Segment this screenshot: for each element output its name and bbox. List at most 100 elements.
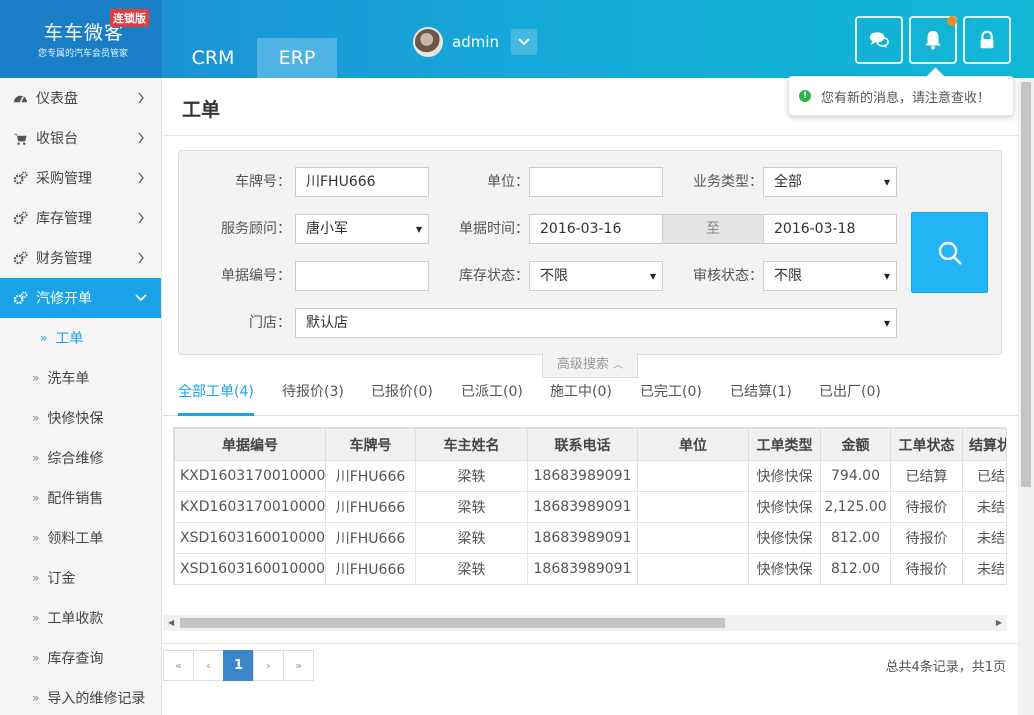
pagination: « ‹ 1 › » [163,650,314,681]
plate-cell: 川FHU666 [325,491,416,523]
column-header[interactable]: 工单类型 [748,428,821,461]
search-button[interactable] [911,212,988,293]
sidebar-subitem-general-repair[interactable]: » 综合维修 [0,438,161,478]
column-header[interactable]: 单据编号 [174,428,326,461]
sidebar-subitem-material-order[interactable]: » 领料工单 [0,518,161,558]
settle-status-cell: 未结算 [962,491,1006,523]
first-page-button[interactable]: « [163,650,194,681]
sidebar-subitem-label: 领料工单 [47,531,104,547]
sidebar-item-label: 库存管理 [36,211,92,227]
owner-cell: 梁轶 [415,553,528,584]
lock-button[interactable] [963,16,1011,64]
column-header[interactable]: 工单状态 [890,428,963,461]
lock-icon [980,30,994,49]
column-header[interactable]: 车主姓名 [415,428,528,461]
doc-no-cell[interactable]: XSD16031600100009 [174,522,326,554]
record-summary: 总共4条记录，共1页 [885,660,1006,675]
tab-all-orders[interactable]: 全部工单(4) [178,378,254,416]
table-row[interactable]: KXD16031700100003 川FHU666 梁轶 18683989091… [174,491,1006,523]
date-to-input[interactable]: 2016-03-18 [763,214,897,244]
sidebar-subitem-work-order[interactable]: » 工单 [0,318,161,358]
column-header[interactable]: 车牌号 [325,428,416,461]
sidebar-item-dashboard[interactable]: 仪表盘 [0,78,161,118]
scroll-right-icon[interactable]: ▶ [996,618,1002,627]
sidebar-subitem-deposit[interactable]: » 订金 [0,558,161,598]
scroll-left-icon[interactable]: ◀ [168,618,174,627]
gears-icon [13,170,28,184]
notification-toast[interactable]: ! 您有新的消息，请注意查收！ [788,76,1014,116]
sidebar-subitem-label: 库存查询 [47,651,104,667]
column-header[interactable]: 金额 [820,428,891,461]
double-chevron-icon: » [32,691,40,705]
biz-type-select[interactable]: 全部 [763,167,897,197]
date-from-input[interactable]: 2016-03-16 [529,214,663,244]
tab-quoted[interactable]: 已报价(0) [371,378,433,416]
store-select[interactable]: 默认店 [295,308,897,338]
sidebar-subitem-stock-query[interactable]: » 库存查询 [0,638,161,678]
doc-no-cell[interactable]: XSD16031600100008 [174,553,326,584]
last-page-button[interactable]: » [283,650,314,681]
scrollbar-thumb[interactable] [180,618,725,628]
unit-label: 单位： [487,174,529,190]
sidebar-item-finance[interactable]: 财务管理 [0,238,161,278]
sidebar-subitem-order-payment[interactable]: » 工单收款 [0,598,161,638]
tab-left-shop[interactable]: 已出厂(0) [819,378,881,416]
sidebar-subitem-quick-service[interactable]: » 快修快保 [0,398,161,438]
prev-page-button[interactable]: ‹ [193,650,224,681]
tab-in-progress[interactable]: 施工中(0) [550,378,612,416]
audit-status-select[interactable]: 不限 [763,261,897,291]
doc-no-cell[interactable]: KXD16031700100005 [174,460,326,492]
sidebar-item-inventory[interactable]: 库存管理 [0,198,161,238]
doc-no-cell[interactable]: KXD16031700100003 [174,491,326,523]
tab-completed[interactable]: 已完工(0) [640,378,702,416]
orders-table: 单据编号 车牌号 车主姓名 联系电话 单位 工单类型 金额 工单状态 结算状态 … [174,428,1006,584]
advanced-search-toggle[interactable]: 高级搜索 ︿ [542,353,638,378]
sidebar-item-cashier[interactable]: 收银台 [0,118,161,158]
notification-dot [947,16,957,26]
sidebar-subitem-car-wash[interactable]: » 洗车单 [0,358,161,398]
scrollbar-thumb[interactable] [1021,82,1031,487]
logo[interactable]: 车车微客 连锁版 您专属的汽车会员管家 [0,0,162,78]
table-row[interactable]: KXD16031700100005 川FHU666 梁轶 18683989091… [174,460,1006,492]
chevron-down-icon [518,38,530,46]
unit-input[interactable] [529,167,663,197]
messages-button[interactable] [855,16,903,64]
advisor-select[interactable]: 唐小军 [295,214,429,244]
column-header[interactable]: 单位 [637,428,749,461]
sidebar-subitem-label: 快修快保 [47,411,104,427]
sidebar-item-repair-order[interactable]: 汽修开单 [0,278,161,318]
double-chevron-icon: » [32,411,40,425]
date-range-separator: 至 [663,214,763,244]
user-menu[interactable]: admin [413,27,537,57]
avatar[interactable] [413,27,443,57]
column-header[interactable]: 结算状态 [962,428,1006,461]
stock-status-select[interactable]: 不限 [529,261,663,291]
tab-erp[interactable]: ERP [257,38,337,78]
advanced-search-label: 高级搜索 [556,357,609,372]
double-chevron-icon: » [32,451,40,465]
page-button[interactable]: 1 [223,650,254,681]
toast-text: 您有新的消息，请注意查收！ [821,90,991,106]
sidebar-item-purchase[interactable]: 采购管理 [0,158,161,198]
tab-crm[interactable]: CRM [173,38,253,78]
sidebar-subitem-parts-sales[interactable]: » 配件销售 [0,478,161,518]
table-header-row: 单据编号 车牌号 车主姓名 联系电话 单位 工单类型 金额 工单状态 结算状态 [174,428,1006,461]
double-chevron-icon: » [32,491,40,505]
table-row[interactable]: XSD16031600100009 川FHU666 梁轶 18683989091… [174,522,1006,554]
next-page-button[interactable]: › [253,650,284,681]
user-name[interactable]: admin [452,33,499,51]
vertical-scrollbar[interactable] [1018,78,1034,715]
chat-icon [869,32,889,49]
tab-dispatched[interactable]: 已派工(0) [461,378,523,416]
notifications-button[interactable] [909,16,957,64]
order-status-cell: 待报价 [890,522,963,554]
tab-settled[interactable]: 已结算(1) [730,378,792,416]
table-row[interactable]: XSD16031600100008 川FHU666 梁轶 18683989091… [174,553,1006,584]
user-dropdown-button[interactable] [511,29,537,55]
plate-input[interactable]: 川FHU666 [295,167,429,197]
doc-no-input[interactable] [295,261,429,291]
tab-pending-quote[interactable]: 待报价(3) [282,378,344,416]
sidebar-subitem-imported-records[interactable]: » 导入的维修记录 [0,678,161,715]
column-header[interactable]: 联系电话 [527,428,638,461]
horizontal-scrollbar[interactable]: ◀ ▶ [163,615,1007,631]
